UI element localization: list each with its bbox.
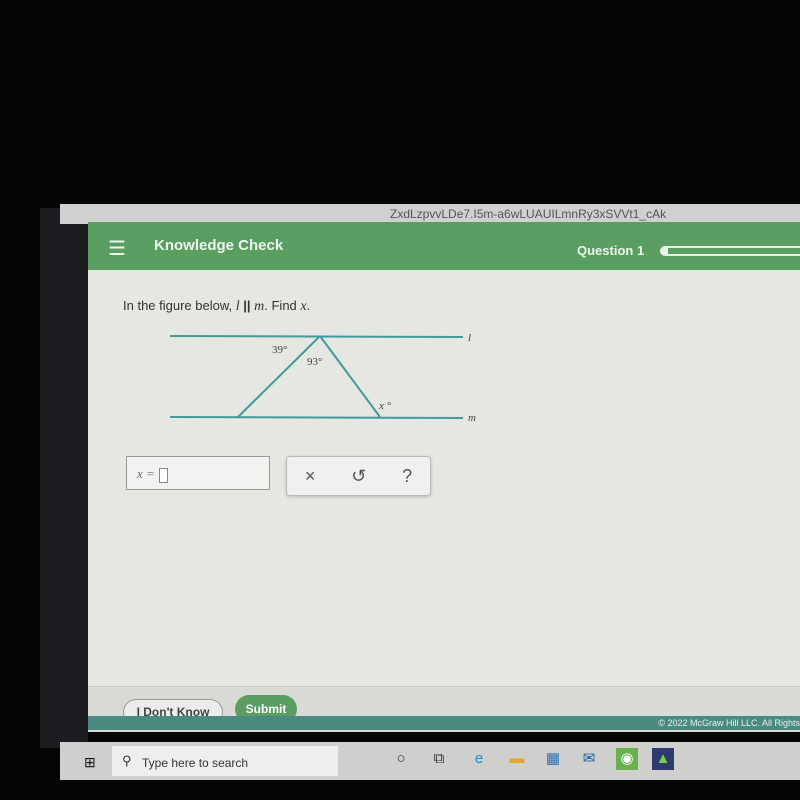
cortana-icon[interactable]: ○ [390,748,412,770]
answer-input[interactable]: x = [126,456,270,490]
question-prompt: In the figure below, l || m. Find x. [123,298,311,314]
question-label: Question 1 [577,243,645,258]
triangle-side-right [319,335,381,418]
edge-icon[interactable]: e [468,748,490,770]
question-area: In the figure below, l || m. Find x. 39°… [88,270,800,686]
geometry-figure: 39° 93° x ° l m [169,332,476,424]
windows-start-icon[interactable]: ⊞ [84,754,96,771]
file-explorer-icon[interactable]: ▬ [506,748,528,770]
angle-93-label: 93° [307,356,322,368]
line-m-label: m [468,412,476,424]
app-header: ☰ Knowledge Check Question 1 [88,222,800,270]
line-l [169,335,464,338]
copyright: © 2022 McGraw Hill LLC. All Rights [88,716,800,730]
game-app-icon[interactable]: ▲ [652,748,674,770]
undo-button[interactable]: ↺ [351,466,366,487]
answer-field[interactable] [158,467,168,483]
taskbar: ⊞ ⚲ Type here to search ○ ⧉ e ▬ ▦ ✉ ◉ ▲ [60,742,800,780]
page-title: Knowledge Check [154,237,284,254]
line-m [169,416,464,419]
address-bar[interactable]: ZxdLzpvvLDe7.I5m-a6wLUAUILmnRy3xSVVt1_cA… [60,204,800,224]
clear-button[interactable]: × [305,466,316,487]
task-view-icon[interactable]: ⧉ [428,748,450,770]
hamburger-icon[interactable]: ☰ [108,236,126,261]
screen-bezel [40,208,88,748]
search-icon: ⚲ [122,753,132,768]
taskbar-search[interactable]: ⚲ Type here to search [112,746,338,776]
answer-toolbox: × ↺ ? [286,456,431,496]
mail-icon[interactable]: ✉ [578,748,600,770]
angle-x-label: x ° [378,400,392,412]
angle-39-label: 39° [272,344,287,356]
line-l-label: l [468,332,471,344]
progress-bar [660,246,800,256]
store-icon[interactable]: ▦ [542,748,564,770]
help-button[interactable]: ? [402,466,412,487]
progress-fill [662,248,668,254]
app-icon[interactable]: ◉ [616,748,638,770]
